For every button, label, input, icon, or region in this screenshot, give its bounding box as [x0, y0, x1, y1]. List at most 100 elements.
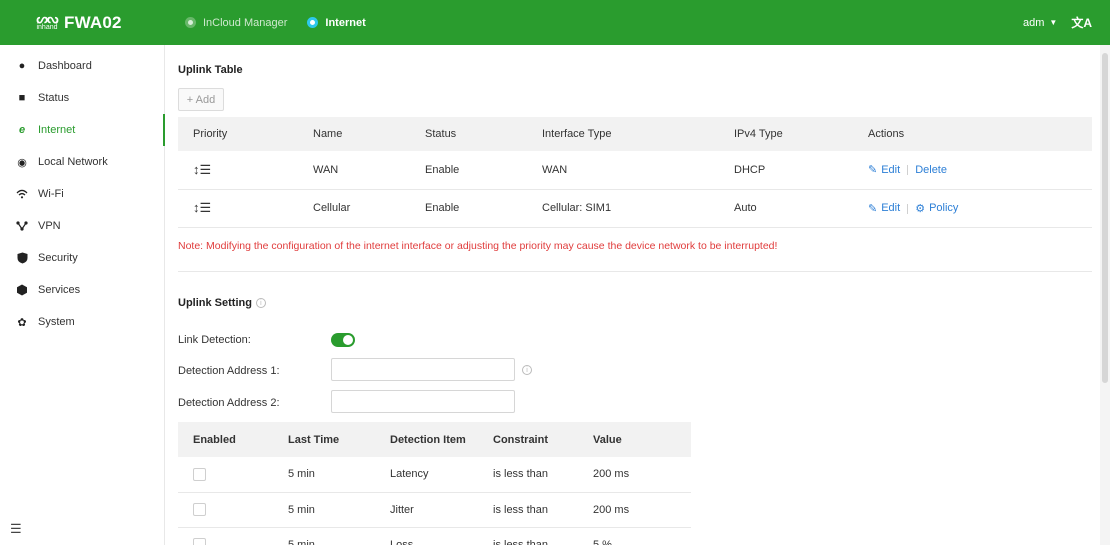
- gear-icon: ⚙: [915, 202, 926, 215]
- detection-address-1-label: Detection Address 1:: [178, 365, 280, 377]
- sidebar: ● Dashboard ■ Status e Internet ◉ Local …: [0, 45, 165, 545]
- cell-name: Cellular: [298, 189, 410, 228]
- col-detection-item: Detection Item: [375, 422, 478, 457]
- table-row: 5 min Loss is less than 5 %: [178, 527, 691, 545]
- uplink-setting-title: Uplink Setting i: [178, 297, 266, 309]
- cell-status: Enable: [410, 151, 527, 190]
- col-ipv4-type: IPv4 Type: [719, 117, 853, 151]
- sidebar-item-local-network[interactable]: ◉ Local Network: [0, 146, 164, 178]
- sidebar-item-security[interactable]: Security: [0, 242, 164, 274]
- table-row: ↕☰ WAN Enable WAN DHCP ✎ Edit Delete: [178, 151, 1092, 190]
- drag-sort-icon[interactable]: ↕☰: [193, 162, 211, 177]
- drag-sort-icon[interactable]: ↕☰: [193, 200, 211, 215]
- detection-address-2-label: Detection Address 2:: [178, 397, 280, 409]
- top-nav: InCloud Manager Internet: [185, 0, 386, 45]
- status-icon: ■: [18, 92, 26, 104]
- col-enabled: Enabled: [178, 422, 273, 457]
- link-detection-label: Link Detection:: [178, 334, 251, 346]
- col-actions: Actions: [853, 117, 1092, 151]
- brand[interactable]: ᔕᔓ inhand FWA02: [0, 0, 165, 45]
- add-button[interactable]: + Add: [178, 88, 224, 111]
- cell-constraint: is less than: [478, 527, 578, 545]
- sidebar-item-wifi[interactable]: Wi-Fi: [0, 178, 164, 210]
- cell-interface-type: Cellular: SIM1: [527, 189, 719, 228]
- sidebar-item-label: Dashboard: [38, 60, 92, 72]
- action-divider: [907, 203, 909, 214]
- brand-logo-mark: ᔕᔓ: [36, 10, 58, 26]
- cell-constraint: is less than: [478, 492, 578, 528]
- edit-label: Edit: [881, 163, 901, 176]
- scrollbar-thumb[interactable]: [1102, 53, 1108, 383]
- user-name: adm: [1023, 16, 1045, 29]
- cell-detection-item: Latency: [375, 457, 478, 493]
- cell-name: WAN: [298, 151, 410, 190]
- cell-constraint: is less than: [478, 457, 578, 493]
- col-interface-type: Interface Type: [527, 117, 719, 151]
- detection-table: Enabled Last Time Detection Item Constra…: [178, 422, 691, 545]
- services-icon: [16, 284, 28, 296]
- edit-label: Edit: [881, 202, 901, 214]
- detection-address-2-input[interactable]: [331, 390, 515, 413]
- sidebar-item-services[interactable]: Services: [0, 274, 164, 306]
- section-divider: [178, 271, 1092, 272]
- sidebar-item-label: VPN: [38, 220, 61, 232]
- info-icon[interactable]: i: [522, 365, 532, 375]
- policy-link[interactable]: ⚙ Policy: [915, 202, 958, 215]
- delete-link[interactable]: Delete: [915, 164, 947, 176]
- translate-icon[interactable]: 文A: [1071, 14, 1092, 31]
- sidebar-item-label: Services: [38, 284, 81, 296]
- shield-icon: [16, 252, 28, 264]
- enabled-checkbox[interactable]: [193, 503, 206, 516]
- col-last-time: Last Time: [273, 422, 375, 457]
- detection-address-1-input[interactable]: [331, 358, 515, 381]
- cell-detection-item: Jitter: [375, 492, 478, 528]
- sidebar-item-label: Security: [38, 252, 78, 264]
- user-menu[interactable]: adm ▼: [1023, 17, 1057, 29]
- cell-actions: ✎ Edit Delete: [853, 151, 1092, 190]
- table-row: 5 min Jitter is less than 200 ms: [178, 492, 691, 528]
- sidebar-item-label: Internet: [38, 124, 76, 136]
- pencil-icon: ✎: [868, 164, 878, 177]
- vertical-scrollbar[interactable]: [1100, 45, 1110, 545]
- internet-status-icon: [307, 17, 319, 28]
- link-detection-toggle[interactable]: [331, 333, 355, 347]
- info-icon[interactable]: i: [255, 298, 266, 309]
- sidebar-item-label: Wi-Fi: [38, 188, 64, 200]
- enabled-checkbox[interactable]: [193, 538, 206, 545]
- cell-status: Enable: [410, 189, 527, 228]
- col-constraint: Constraint: [478, 422, 578, 457]
- sidebar-item-dashboard[interactable]: ● Dashboard: [0, 50, 164, 82]
- edit-link[interactable]: ✎ Edit: [868, 163, 901, 177]
- col-priority: Priority: [178, 117, 298, 151]
- globe-icon: ◉: [17, 156, 27, 169]
- cell-detection-item: Loss: [375, 527, 478, 545]
- uplink-table-header: Priority Name Status Interface Type IPv4…: [178, 117, 1092, 151]
- sidebar-item-label: System: [38, 316, 75, 328]
- toggle-knob: [343, 335, 353, 345]
- edit-link[interactable]: ✎ Edit: [868, 202, 900, 215]
- topnav-incloud-manager[interactable]: InCloud Manager: [185, 17, 287, 29]
- brand-logo: ᔕᔓ inhand: [33, 11, 61, 35]
- collapse-menu-icon[interactable]: ☰: [10, 521, 22, 537]
- cloud-icon: [185, 17, 196, 28]
- sidebar-item-vpn[interactable]: VPN: [0, 210, 164, 242]
- warning-note: Note: Modifying the configuration of the…: [178, 240, 778, 252]
- enabled-checkbox[interactable]: [193, 467, 206, 481]
- sidebar-item-status[interactable]: ■ Status: [0, 82, 164, 114]
- sidebar-item-internet[interactable]: e Internet: [0, 114, 165, 146]
- col-name: Name: [298, 117, 410, 151]
- caret-down-icon: ▼: [1049, 18, 1058, 27]
- cell-value: 200 ms: [578, 457, 691, 493]
- dashboard-icon: ●: [18, 60, 26, 72]
- detection-table-header: Enabled Last Time Detection Item Constra…: [178, 422, 691, 457]
- uplink-setting-label: Uplink Setting: [178, 297, 252, 309]
- uplink-table-title: Uplink Table: [178, 64, 243, 76]
- col-status: Status: [410, 117, 527, 151]
- cell-last-time: 5 min: [273, 457, 375, 493]
- sidebar-item-system[interactable]: ✿ System: [0, 306, 164, 338]
- wifi-icon: [16, 188, 28, 200]
- main-content: Uplink Table + Add Priority Name Status …: [165, 45, 1100, 545]
- cell-last-time: 5 min: [273, 492, 375, 528]
- pencil-icon: ✎: [868, 202, 878, 215]
- topnav-internet[interactable]: Internet: [307, 17, 366, 29]
